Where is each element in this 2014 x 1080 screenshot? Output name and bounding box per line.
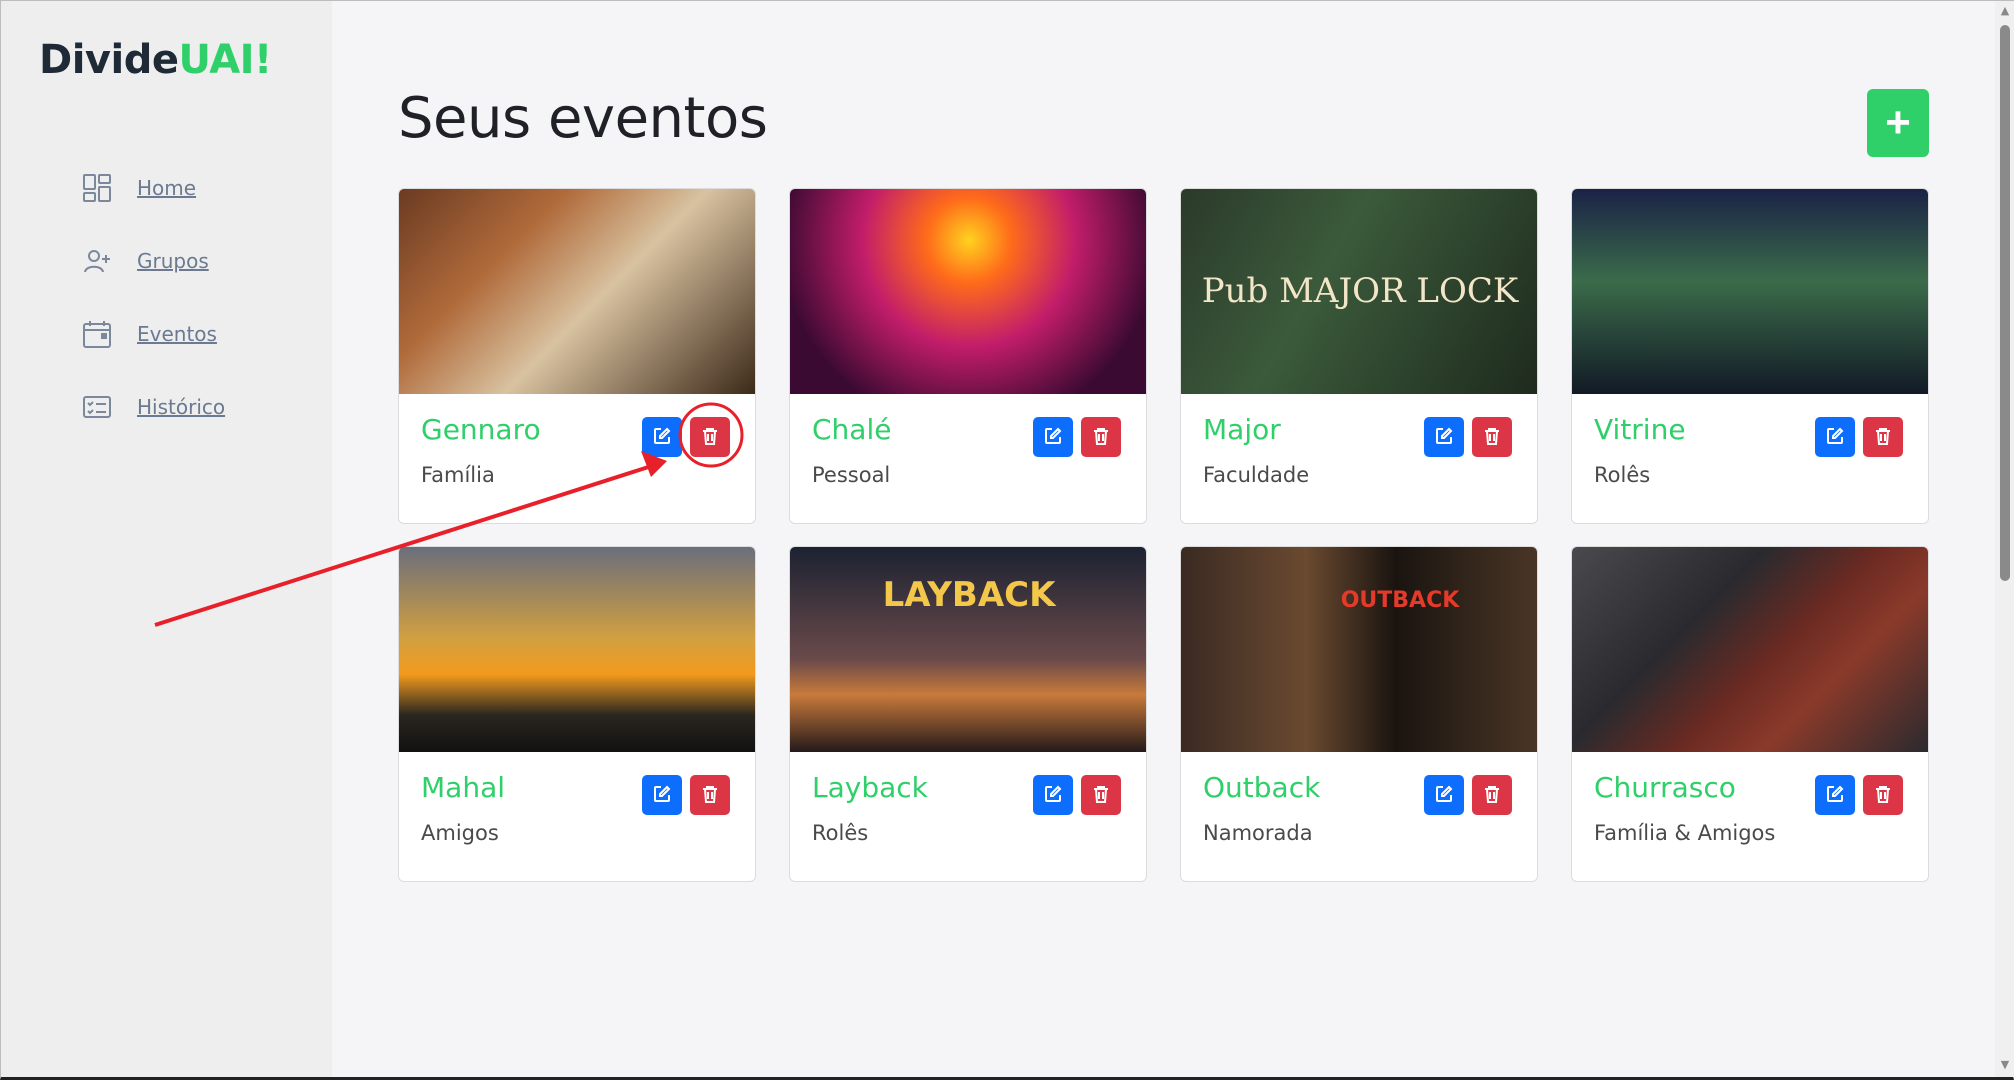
brand-logo[interactable]: DivideUAI! (39, 37, 272, 83)
events-grid: Gennaro Família Chalé Pessoal Pub MAJOR … (398, 188, 1929, 882)
sidebar-item-label: Eventos (137, 322, 217, 346)
dashboard-icon (81, 172, 113, 204)
edit-event-button[interactable] (1033, 417, 1073, 457)
edit-icon (1044, 427, 1062, 448)
scrollbar[interactable]: ▲ ▼ (1995, 1, 2014, 1077)
edit-event-button[interactable] (1424, 775, 1464, 815)
event-group: Pessoal (812, 463, 891, 487)
event-card[interactable]: LAYBACK Layback Rolês (789, 546, 1147, 882)
sidebar-item-grupos[interactable]: Grupos (81, 239, 225, 283)
edit-event-button[interactable] (1815, 775, 1855, 815)
edit-event-button[interactable] (642, 417, 682, 457)
sidebar-nav: Home Grupos Eventos Histórico (81, 166, 225, 458)
edit-icon (1044, 785, 1062, 806)
edit-icon (1435, 785, 1453, 806)
trash-icon (1875, 785, 1891, 806)
trash-icon (1875, 427, 1891, 448)
delete-event-button[interactable] (1081, 775, 1121, 815)
add-event-button[interactable]: + (1867, 89, 1929, 157)
delete-event-button[interactable] (690, 775, 730, 815)
event-group: Faculdade (1203, 463, 1310, 487)
event-image: OUTBACK (1181, 547, 1537, 752)
event-group: Amigos (421, 821, 499, 845)
list-icon (81, 391, 113, 423)
sidebar: DivideUAI! Home Grupos Eventos Histórico (1, 1, 332, 1077)
event-image (399, 189, 755, 394)
sidebar-item-label: Histórico (137, 395, 226, 419)
event-image-text: LAYBACK (882, 575, 1056, 615)
event-name: Mahal (421, 771, 505, 804)
event-card[interactable]: Mahal Amigos (398, 546, 756, 882)
event-card[interactable]: Churrasco Família & Amigos (1571, 546, 1929, 882)
sidebar-item-label: Home (137, 176, 197, 200)
edit-event-button[interactable] (1815, 417, 1855, 457)
edit-event-button[interactable] (642, 775, 682, 815)
delete-event-button[interactable] (1863, 775, 1903, 815)
event-name: Vitrine (1594, 413, 1686, 446)
event-card[interactable]: Pub MAJOR LOCK Major Faculdade (1180, 188, 1538, 524)
delete-event-button[interactable] (1472, 417, 1512, 457)
event-name: Chalé (812, 413, 892, 446)
page-title: Seus eventos (398, 86, 768, 151)
event-card[interactable]: Chalé Pessoal (789, 188, 1147, 524)
event-image (1572, 189, 1928, 394)
edit-icon (1826, 785, 1844, 806)
event-image: LAYBACK (790, 547, 1146, 752)
event-group: Namorada (1203, 821, 1313, 845)
delete-event-button[interactable] (690, 417, 730, 457)
edit-icon (653, 785, 671, 806)
app-window: DivideUAI! Home Grupos Eventos Histórico… (0, 0, 2014, 1080)
delete-event-button[interactable] (1863, 417, 1903, 457)
event-card[interactable]: OUTBACK Outback Namorada (1180, 546, 1538, 882)
sidebar-item-label: Grupos (137, 249, 209, 273)
event-group: Rolês (1594, 463, 1651, 487)
event-group: Família (421, 463, 495, 487)
edit-icon (653, 427, 671, 448)
scroll-down-icon[interactable]: ▼ (1999, 1059, 2011, 1071)
event-card[interactable]: Vitrine Rolês (1571, 188, 1929, 524)
event-image-text: Pub MAJOR LOCK (1201, 270, 1519, 311)
event-image (1572, 547, 1928, 752)
edit-event-button[interactable] (1033, 775, 1073, 815)
edit-icon (1435, 427, 1453, 448)
event-name: Gennaro (421, 413, 541, 446)
event-image (790, 189, 1146, 394)
delete-event-button[interactable] (1472, 775, 1512, 815)
event-group: Família & Amigos (1594, 821, 1776, 845)
event-image-text: OUTBACK (1340, 588, 1460, 613)
trash-icon (1484, 785, 1500, 806)
event-image: Pub MAJOR LOCK (1181, 189, 1537, 394)
event-group: Rolês (812, 821, 869, 845)
scroll-up-icon[interactable]: ▲ (1999, 5, 2011, 17)
edit-event-button[interactable] (1424, 417, 1464, 457)
trash-icon (1093, 427, 1109, 448)
event-name: Outback (1203, 771, 1321, 804)
calendar-icon (81, 318, 113, 350)
scrollbar-thumb[interactable] (2000, 25, 2010, 581)
event-name: Layback (812, 771, 928, 804)
event-name: Major (1203, 413, 1281, 446)
event-name: Churrasco (1594, 771, 1736, 804)
sidebar-item-eventos[interactable]: Eventos (81, 312, 225, 356)
sidebar-item-home[interactable]: Home (81, 166, 225, 210)
trash-icon (1484, 427, 1500, 448)
trash-icon (702, 785, 718, 806)
sidebar-item-historico[interactable]: Histórico (81, 385, 225, 429)
event-image (399, 547, 755, 752)
trash-icon (702, 427, 718, 448)
edit-icon (1826, 427, 1844, 448)
add-user-icon (81, 245, 113, 277)
event-card[interactable]: Gennaro Família (398, 188, 756, 524)
delete-event-button[interactable] (1081, 417, 1121, 457)
trash-icon (1093, 785, 1109, 806)
